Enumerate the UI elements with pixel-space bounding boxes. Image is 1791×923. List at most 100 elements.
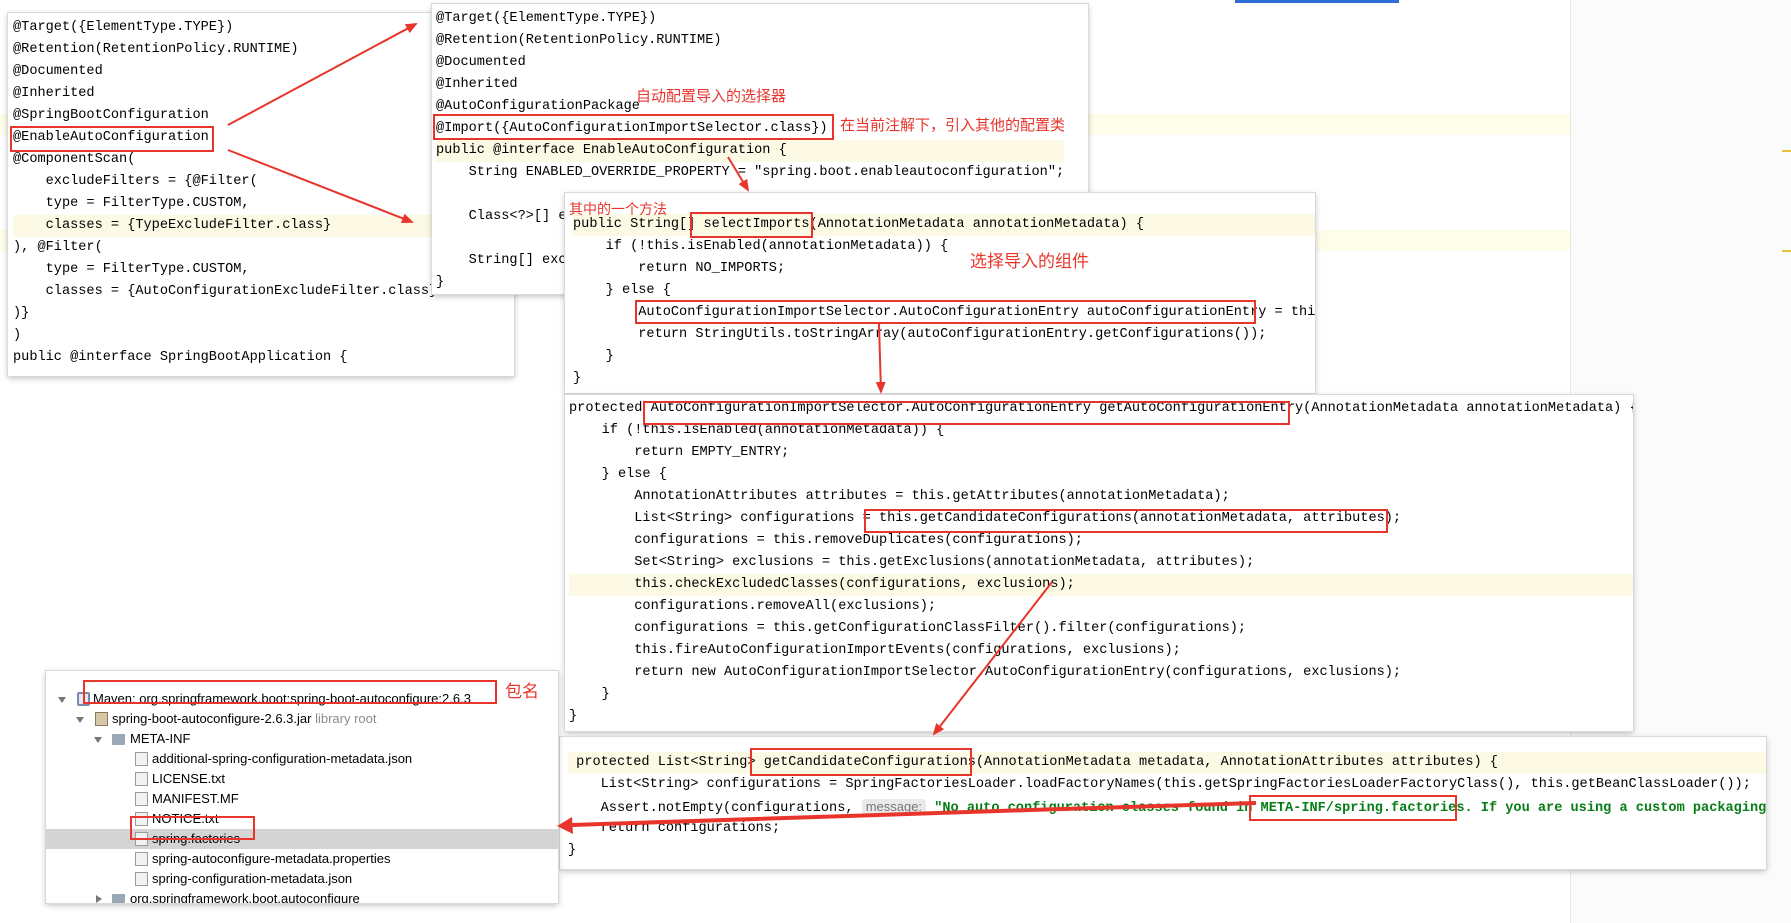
- tree-item-file[interactable]: additional-spring-configuration-metadata…: [46, 749, 558, 769]
- code-line: @Retention(RetentionPolicy.RUNTIME): [436, 33, 722, 48]
- code-line: List<String> configurations = SpringFact…: [568, 777, 1751, 792]
- tree-item-label: LICENSE.txt: [152, 771, 225, 786]
- code-line: type = FilterType.CUSTOM,: [13, 196, 250, 211]
- highlight-get-candidate-configurations: [750, 748, 972, 776]
- code-line: } else {: [569, 467, 667, 482]
- code-line: @Target({ElementType.TYPE}): [436, 11, 657, 26]
- manifest-file-icon: [135, 792, 148, 806]
- code-line: }: [568, 843, 577, 858]
- tree-item-label: additional-spring-configuration-metadata…: [152, 751, 413, 766]
- package-icon: [112, 894, 125, 903]
- code-line-current[interactable]: public String[] selectImports(Annotation…: [573, 214, 1315, 236]
- highlight-select-imports: [690, 212, 813, 238]
- code-line-current[interactable]: classes = {TypeExcludeFilter.class}: [13, 215, 438, 237]
- code-block: protected List<String> getCandidateConfi…: [568, 752, 1766, 862]
- highlight-import-selector: [433, 114, 834, 140]
- tree-item-file[interactable]: NOTICE.txt: [46, 809, 558, 829]
- code-line: }: [573, 349, 614, 364]
- code-line-current[interactable]: this.checkExcludedClasses(configurations…: [569, 574, 1633, 596]
- highlight-spring-factories-file: [130, 816, 255, 840]
- chevron-down-icon[interactable]: [58, 697, 66, 703]
- tree-item-package[interactable]: org.springframework.boot.autoconfigure: [46, 889, 558, 903]
- code-panel-select-imports: public String[] selectImports(Annotation…: [565, 193, 1315, 393]
- code-line: this.fireAutoConfigurationImportEvents(c…: [569, 643, 1181, 658]
- tree-item-file[interactable]: spring-autoconfigure-metadata.properties: [46, 849, 558, 869]
- parameter-hint: message:: [861, 799, 927, 814]
- project-tree-panel: Maven: org.springframework.boot:spring-b…: [46, 671, 558, 903]
- code-line: )}: [13, 306, 30, 321]
- code-line: classes = {AutoConfigurationExcludeFilte…: [13, 284, 438, 299]
- code-line: public @interface SpringBootApplication …: [13, 350, 348, 365]
- code-line-current[interactable]: public @interface EnableAutoConfiguratio…: [436, 140, 1065, 162]
- code-line: return EMPTY_ENTRY;: [569, 445, 790, 460]
- properties-file-icon: [135, 852, 148, 866]
- code-line: }: [569, 687, 610, 702]
- note-import-other-config: 在当前注解下，引入其他的配置类: [840, 116, 1066, 134]
- highlight-auto-configuration-entry: [635, 300, 1256, 324]
- code-line: if (!this.isEnabled(annotationMetadata))…: [573, 239, 949, 254]
- code-line: AnnotationAttributes attributes = this.g…: [569, 489, 1230, 504]
- scroll-marker: [1782, 250, 1791, 252]
- tree-item-spring-factories[interactable]: spring.factories: [46, 829, 558, 849]
- code-line: return configurations;: [568, 821, 781, 836]
- editor-tab-indicator: [1235, 0, 1399, 3]
- code-panel-get-auto-configuration-entry: protected AutoConfigurationImportSelecto…: [565, 395, 1633, 731]
- code-line: @ComponentScan(: [13, 152, 136, 167]
- code-line: @Inherited: [13, 86, 95, 101]
- scroll-marker: [1782, 150, 1791, 152]
- code-line: String ENABLED_OVERRIDE_PROPERTY = "spri…: [436, 165, 1065, 180]
- chevron-down-icon[interactable]: [76, 717, 84, 723]
- tree-item-label-group: spring-boot-autoconfigure-2.6.3.jar libr…: [112, 709, 377, 729]
- tree-item-label: MANIFEST.MF: [152, 791, 239, 806]
- code-line: configurations = this.getConfigurationCl…: [569, 621, 1247, 636]
- code-line: @Documented: [436, 55, 526, 70]
- code-line: configurations = this.removeDuplicates(c…: [569, 533, 1083, 548]
- tree-item-label: spring-autoconfigure-metadata.properties: [152, 851, 391, 866]
- code-fragment: Assert.notEmpty(configurations,: [568, 801, 862, 816]
- json-file-icon: [135, 872, 148, 886]
- highlight-package-name: [83, 680, 497, 704]
- tree-item-file[interactable]: spring-configuration-metadata.json: [46, 869, 558, 889]
- tree-item-file[interactable]: MANIFEST.MF: [46, 789, 558, 809]
- tree-item-meta-inf[interactable]: META-INF: [46, 729, 558, 749]
- tree-item-file[interactable]: LICENSE.txt: [46, 769, 558, 789]
- library-root-label: library root: [315, 711, 377, 726]
- code-line: excludeFilters = {@Filter(: [13, 174, 258, 189]
- code-block: @Target({ElementType.TYPE}) @Retention(Re…: [13, 17, 438, 376]
- code-line: @Documented: [13, 64, 103, 79]
- code-line: @Retention(RetentionPolicy.RUNTIME): [13, 42, 299, 57]
- highlight-get-candidate-configurations-call: [864, 509, 1388, 533]
- note-package-name: 包名: [505, 682, 539, 702]
- code-line: @SpringBootConfiguration: [13, 108, 209, 123]
- code-line: configurations.removeAll(exclusions);: [569, 599, 937, 614]
- tree-item-jar[interactable]: spring-boot-autoconfigure-2.6.3.jar libr…: [46, 709, 558, 729]
- code-line: Assert.notEmpty(configurations, message:…: [568, 796, 1766, 818]
- code-line: } else {: [573, 283, 671, 298]
- tree-item-label: spring-boot-autoconfigure-2.6.3.jar: [112, 711, 312, 726]
- code-line: @Target({ElementType.TYPE}): [13, 20, 234, 35]
- code-line: return StringUtils.toStringArray(autoCon…: [573, 327, 1267, 342]
- code-panel-get-candidate-configurations: protected List<String> getCandidateConfi…: [560, 737, 1766, 869]
- code-line: ), @Filter(: [13, 240, 103, 255]
- text-file-icon: [135, 772, 148, 786]
- code-line: Set<String> exclusions = this.getExclusi…: [569, 555, 1255, 570]
- code-line: return NO_IMPORTS;: [573, 261, 786, 276]
- note-one-method: 其中的一个方法: [569, 202, 667, 218]
- highlight-enable-auto-configuration: [10, 126, 214, 152]
- json-file-icon: [135, 752, 148, 766]
- jar-icon: [95, 712, 108, 726]
- code-line-current[interactable]: protected List<String> getCandidateConfi…: [568, 752, 1766, 774]
- code-block: protected AutoConfigurationImportSelecto…: [569, 398, 1633, 728]
- highlight-get-auto-configuration-entry: [643, 401, 1290, 425]
- tree-item-label: org.springframework.boot.autoconfigure: [130, 891, 360, 903]
- code-line: return new AutoConfigurationImportSelect…: [569, 665, 1402, 680]
- chevron-down-icon[interactable]: [94, 737, 102, 743]
- chevron-right-icon[interactable]: [96, 895, 102, 903]
- highlight-spring-factories-path: [1249, 795, 1457, 821]
- code-line: ): [13, 328, 22, 343]
- code-line: }: [573, 371, 582, 386]
- tree-item-label: spring-configuration-metadata.json: [152, 871, 353, 886]
- folder-icon: [112, 734, 125, 745]
- code-line: type = FilterType.CUSTOM,: [13, 262, 250, 277]
- note-selected-components: 选择导入的组件: [970, 252, 1089, 272]
